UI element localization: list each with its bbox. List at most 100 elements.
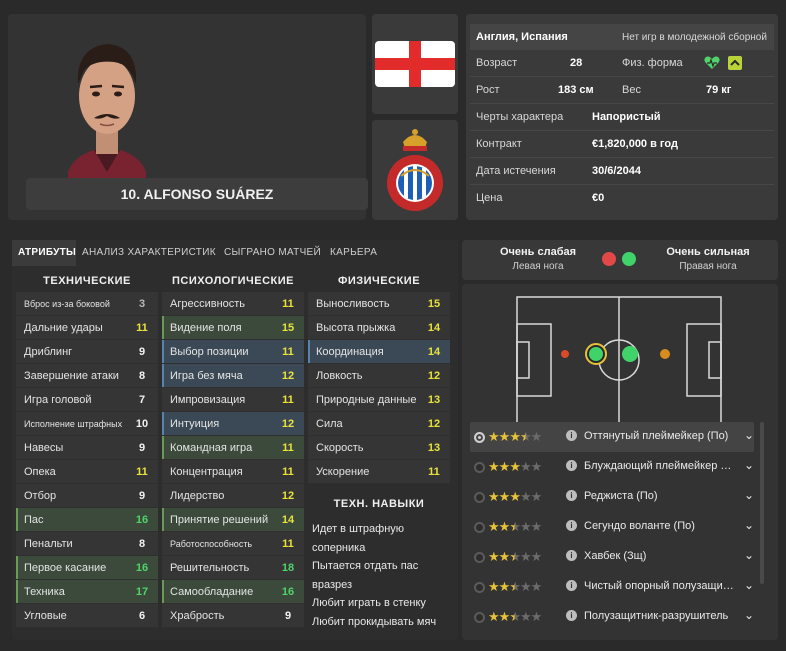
role-radio[interactable] — [474, 462, 485, 473]
chevron-down-icon[interactable]: ⌄ — [744, 458, 754, 472]
mental-header: ПСИХОЛОГИЧЕСКИЕ — [172, 275, 294, 287]
attribute-name: Видение поля — [170, 322, 242, 334]
tab-attributes[interactable]: АТРИБУТЫ — [12, 240, 76, 266]
attribute-row[interactable]: Принятие решений 14 — [162, 508, 304, 532]
attribute-row[interactable]: Вброс из-за боковой 3 — [16, 292, 158, 316]
chevron-down-icon[interactable]: ⌄ — [744, 548, 754, 562]
attribute-row[interactable]: Высота прыжка 14 — [308, 316, 450, 340]
attribute-name: Опека — [24, 466, 56, 478]
attribute-name: Сила — [316, 418, 343, 430]
info-icon[interactable]: i — [566, 490, 577, 501]
info-icon[interactable]: i — [566, 460, 577, 471]
fitness-label: Физ. форма — [622, 57, 683, 69]
role-radio[interactable] — [474, 582, 485, 593]
youth-caps-value: Нет игр в молодежной сборной — [622, 32, 767, 43]
left-foot: Очень слабая Левая нога — [478, 246, 598, 272]
role-radio[interactable] — [474, 552, 485, 563]
attribute-value: 11 — [282, 394, 294, 406]
role-radio[interactable] — [474, 432, 485, 443]
attribute-row[interactable]: Исполнение штрафных 10 — [16, 412, 158, 436]
role-stars-icon: ★★★★★ — [488, 519, 542, 534]
attribute-row[interactable]: Выбор позиции 11 — [162, 340, 304, 364]
attribute-row[interactable]: Самообладание 16 — [162, 580, 304, 604]
attribute-row[interactable]: Пенальти 8 — [16, 532, 158, 556]
attribute-row[interactable]: Дальние удары 11 — [16, 316, 158, 340]
attribute-row[interactable]: Угловые 6 — [16, 604, 158, 628]
attribute-name: Выбор позиции — [170, 346, 249, 358]
expiry-row: Дата истечения 30/6/2044 — [470, 158, 774, 184]
attribute-row[interactable]: Опека 11 — [16, 460, 158, 484]
role-row[interactable]: ★★★★★ i Чистый опорный полузащитник ⌄ — [470, 572, 754, 602]
attribute-name: Решительность — [170, 562, 250, 574]
tab-analysis[interactable]: АНАЛИЗ ХАРАКТЕРИСТИК — [82, 240, 218, 266]
attribute-row[interactable]: Агрессивность 11 — [162, 292, 304, 316]
attribute-row[interactable]: Концентрация 11 — [162, 460, 304, 484]
attribute-row[interactable]: Храбрость 9 — [162, 604, 304, 628]
attribute-value: 12 — [427, 370, 441, 382]
role-name: Сегундо воланте (По) — [584, 520, 695, 532]
role-radio[interactable] — [474, 522, 485, 533]
info-icon[interactable]: i — [566, 430, 577, 441]
attribute-row[interactable]: Лидерство 12 — [162, 484, 304, 508]
attribute-row[interactable]: Видение поля 15 — [162, 316, 304, 340]
role-radio[interactable] — [474, 612, 485, 623]
attribute-row[interactable]: Выносливость 15 — [308, 292, 450, 316]
attribute-row[interactable]: Игра без мяча 12 — [162, 364, 304, 388]
trait-item: Любит прокидывать мяч — [312, 615, 437, 628]
role-row[interactable]: ★★★★★ i Полузащитник-разрушитель ⌄ — [470, 602, 754, 632]
attribute-row[interactable]: Завершение атаки 8 — [16, 364, 158, 388]
attribute-name: Завершение атаки — [24, 370, 119, 382]
attribute-row[interactable]: Решительность 18 — [162, 556, 304, 580]
chevron-down-icon[interactable]: ⌄ — [744, 578, 754, 592]
attribute-name: Работоспособность — [170, 539, 253, 549]
attribute-row[interactable]: Интуиция 12 — [162, 412, 304, 436]
age-label: Возраст — [476, 57, 518, 69]
height-row: Рост 183 см Вес 79 кг — [470, 77, 774, 103]
chevron-down-icon[interactable]: ⌄ — [744, 518, 754, 532]
trait-item: Любит играть в стенку — [312, 597, 426, 609]
attribute-row[interactable]: Отбор 9 — [16, 484, 158, 508]
attribute-row[interactable]: Дриблинг 9 — [16, 340, 158, 364]
info-icon[interactable]: i — [566, 520, 577, 531]
attribute-name: Скорость — [316, 442, 364, 454]
attribute-row[interactable]: Первое касание 16 — [16, 556, 158, 580]
attribute-value: 8 — [138, 538, 146, 550]
chevron-down-icon[interactable]: ⌄ — [744, 488, 754, 502]
role-row[interactable]: ★★★★★ i Хавбек (Зщ) ⌄ — [470, 542, 754, 572]
attribute-row[interactable]: Координация 14 — [308, 340, 450, 364]
attribute-name: Дриблинг — [24, 346, 73, 358]
tab-matches[interactable]: СЫГРАНО МАТЧЕЙ — [224, 240, 322, 266]
heart-icon — [704, 56, 720, 69]
chevron-down-icon[interactable]: ⌄ — [744, 608, 754, 622]
attribute-row[interactable]: Природные данные 13 — [308, 388, 450, 412]
role-row[interactable]: ★★★★★ i Сегундо воланте (По) ⌄ — [470, 512, 754, 542]
roles-scrollbar[interactable] — [760, 422, 764, 584]
attribute-row[interactable]: Игра головой 7 — [16, 388, 158, 412]
attribute-name: Импровизация — [170, 394, 246, 406]
info-icon[interactable]: i — [566, 580, 577, 591]
attribute-row[interactable]: Навесы 9 — [16, 436, 158, 460]
physical-header: ФИЗИЧЕСКИЕ — [337, 275, 421, 287]
trait-item: Идет в штрафную соперника — [312, 523, 405, 554]
role-radio[interactable] — [474, 492, 485, 503]
attribute-row[interactable]: Пас 16 — [16, 508, 158, 532]
player-portrait — [54, 22, 160, 190]
attribute-row[interactable]: Скорость 13 — [308, 436, 450, 460]
attribute-row[interactable]: Техника 17 — [16, 580, 158, 604]
info-icon[interactable]: i — [566, 550, 577, 561]
attribute-row[interactable]: Импровизация 11 — [162, 388, 304, 412]
info-icon[interactable]: i — [566, 610, 577, 621]
chevron-down-icon[interactable]: ⌄ — [744, 428, 754, 442]
role-row[interactable]: ★★★★★ i Оттянутый плеймейкер (По) ⌄ — [470, 422, 754, 452]
height-label: Рост — [476, 84, 500, 96]
footedness-panel: Очень слабая Левая нога Очень сильная Пр… — [462, 240, 778, 280]
attribute-row[interactable]: Работоспособность 11 — [162, 532, 304, 556]
tab-career[interactable]: КАРЬЕРА — [330, 240, 390, 266]
role-row[interactable]: ★★★★★ i Блуждающий плеймейкер (По) ⌄ — [470, 452, 754, 482]
attribute-row[interactable]: Сила 12 — [308, 412, 450, 436]
attribute-row[interactable]: Командная игра 11 — [162, 436, 304, 460]
attribute-row[interactable]: Ускорение 11 — [308, 460, 450, 484]
attribute-row[interactable]: Ловкость 12 — [308, 364, 450, 388]
role-name: Хавбек (Зщ) — [584, 550, 647, 562]
role-row[interactable]: ★★★★★ i Реджиста (По) ⌄ — [470, 482, 754, 512]
